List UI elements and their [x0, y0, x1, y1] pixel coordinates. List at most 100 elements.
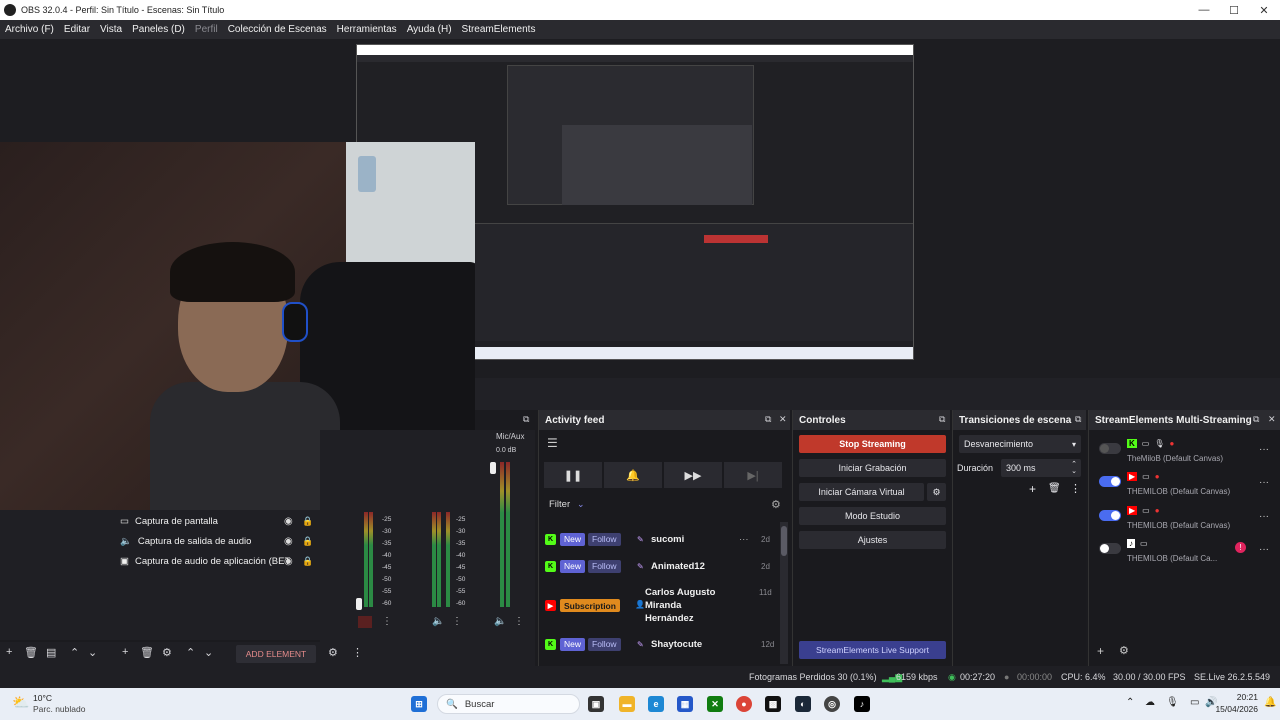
skip-alert-button[interactable]: ▶▶: [664, 462, 722, 488]
dock-float-icon[interactable]: ⧉: [523, 414, 529, 425]
more-options-icon[interactable]: ⋮: [452, 616, 462, 627]
visibility-eye-icon[interactable]: ◉: [284, 536, 293, 547]
mute-toggle[interactable]: [358, 616, 372, 628]
filter-label[interactable]: Filter: [549, 499, 570, 510]
dock-float-icon[interactable]: ⧉: [765, 414, 771, 425]
xbox-icon[interactable]: ✕: [707, 696, 723, 712]
transition-more-icon[interactable]: ⋮: [1070, 482, 1081, 495]
stop-streaming-button[interactable]: Stop Streaming: [799, 435, 946, 453]
virtual-camera-settings-icon[interactable]: ⚙: [927, 483, 946, 501]
menu-paneles[interactable]: Paneles (D): [127, 24, 190, 35]
feed-item[interactable]: K New Follow ✎ sucomi ··· 2d: [539, 531, 783, 547]
add-source-icon[interactable]: +: [122, 646, 128, 658]
menu-perfil[interactable]: Perfil: [190, 24, 223, 35]
target-more-icon[interactable]: ···: [1259, 544, 1269, 555]
mixer-more-icon[interactable]: ⋮: [352, 646, 363, 659]
capcut-icon[interactable]: ▩: [765, 696, 781, 712]
network-icon[interactable]: ▭: [1190, 697, 1199, 708]
target-more-icon[interactable]: ···: [1259, 444, 1269, 455]
live-support-button[interactable]: StreamElements Live Support: [799, 641, 946, 659]
remove-source-icon[interactable]: 🗑: [140, 646, 154, 659]
clock-date[interactable]: 15/04/2026: [1212, 704, 1258, 714]
spinner-down-icon[interactable]: ⌄: [1071, 467, 1077, 475]
target-toggle[interactable]: [1099, 510, 1121, 521]
warning-icon[interactable]: !: [1235, 542, 1246, 553]
add-transition-icon[interactable]: +: [1029, 482, 1036, 496]
target-more-icon[interactable]: ···: [1259, 477, 1269, 488]
lock-icon[interactable]: 🔒: [302, 536, 313, 547]
menu-editar[interactable]: Editar: [59, 24, 95, 35]
item-more-icon[interactable]: ···: [739, 534, 749, 545]
task-view-icon[interactable]: ▣: [588, 696, 604, 712]
studio-mode-button[interactable]: Modo Estudio: [799, 507, 946, 525]
menu-streamelements[interactable]: StreamElements: [457, 24, 541, 35]
tray-cloud-icon[interactable]: ☁: [1145, 697, 1155, 708]
more-options-icon[interactable]: ⋮: [382, 616, 392, 627]
start-recording-button[interactable]: Iniciar Grabación: [799, 459, 946, 477]
target-toggle[interactable]: [1099, 476, 1121, 487]
lock-icon[interactable]: 🔒: [302, 556, 313, 567]
source-settings-icon[interactable]: ⚙: [162, 646, 172, 659]
visibility-eye-icon[interactable]: ◉: [284, 516, 293, 527]
move-down-icon[interactable]: ⌄: [204, 646, 213, 659]
start-button[interactable]: ⊞: [411, 696, 427, 712]
dock-float-icon[interactable]: ⧉: [1253, 414, 1259, 425]
visibility-eye-icon[interactable]: ◉: [284, 556, 293, 567]
tiktok-icon[interactable]: ♪: [854, 696, 870, 712]
stream-target-row[interactable]: ♪ ▭ THEMILOB (Default Ca... ! ···: [1089, 537, 1280, 567]
hamburger-menu-icon[interactable]: ☰: [547, 436, 558, 450]
source-item[interactable]: ▭ Captura de pantalla ◉ 🔒: [120, 512, 320, 530]
settings-button[interactable]: Ajustes: [799, 531, 946, 549]
add-element-button[interactable]: ADD ELEMENT: [236, 645, 316, 663]
move-down-icon[interactable]: ⌄: [88, 646, 97, 659]
menu-vista[interactable]: Vista: [95, 24, 127, 35]
clock-time[interactable]: 20:21: [1222, 692, 1258, 702]
menu-coleccion-escenas[interactable]: Colección de Escenas: [223, 24, 332, 35]
filter-icon[interactable]: ▤: [46, 646, 56, 659]
source-item[interactable]: 🔈 Captura de salida de audio ◉ 🔒: [120, 532, 320, 550]
menu-archivo[interactable]: Archivo (F): [0, 24, 59, 35]
skip-end-button[interactable]: ▶|: [724, 462, 782, 488]
steam-icon[interactable]: ◐: [795, 696, 811, 712]
taskbar-search[interactable]: 🔍 Buscar: [437, 694, 580, 714]
filter-chevron-icon[interactable]: ⌄: [577, 499, 585, 510]
feed-item[interactable]: K New Follow ✎ Shaytocute 12d: [539, 636, 783, 652]
dock-float-icon[interactable]: ⧉: [939, 414, 945, 425]
minimize-button[interactable]: —: [1188, 0, 1220, 20]
target-toggle[interactable]: [1099, 443, 1121, 454]
menu-herramientas[interactable]: Herramientas: [332, 24, 402, 35]
lock-icon[interactable]: 🔒: [302, 516, 313, 527]
mixer-settings-icon[interactable]: ⚙: [328, 646, 338, 659]
stream-target-row[interactable]: ▶ ▭ ● THEMILOB (Default Canvas) ···: [1089, 504, 1280, 534]
notifications-icon[interactable]: 🔔: [1264, 697, 1276, 708]
start-virtual-camera-button[interactable]: Iniciar Cámara Virtual: [799, 483, 924, 501]
target-more-icon[interactable]: ···: [1259, 511, 1269, 522]
move-up-icon[interactable]: ⌃: [70, 646, 79, 659]
edge-icon[interactable]: e: [648, 696, 664, 712]
tray-chevron-icon[interactable]: ⌃: [1126, 697, 1134, 708]
dock-close-icon[interactable]: ✕: [1268, 414, 1276, 425]
store-icon[interactable]: ▦: [677, 696, 693, 712]
feed-item[interactable]: ▶ Subscription 👤 Carlos Augusto Miranda …: [539, 586, 783, 626]
volume-slider-handle[interactable]: [356, 598, 362, 610]
stream-target-row[interactable]: K ▭ 🎙 ● TheMiloB (Default Canvas) ···: [1089, 437, 1280, 467]
add-target-icon[interactable]: +: [1097, 644, 1104, 658]
add-scene-icon[interactable]: +: [6, 646, 12, 658]
duration-input[interactable]: 300 ms ⌃ ⌄: [1001, 459, 1081, 477]
speaker-icon[interactable]: 🔈: [494, 616, 506, 627]
chrome-icon[interactable]: ●: [736, 696, 752, 712]
tray-mic-icon[interactable]: 🎙: [1166, 697, 1179, 708]
menu-ayuda[interactable]: Ayuda (H): [402, 24, 457, 35]
remove-transition-icon[interactable]: 🗑: [1048, 483, 1061, 494]
more-options-icon[interactable]: ⋮: [514, 616, 524, 627]
transition-select[interactable]: Desvanecimiento ▾: [959, 435, 1081, 453]
file-explorer-icon[interactable]: ▬: [619, 696, 635, 712]
stream-target-row[interactable]: ▶ ▭ ● THEMILOB (Default Canvas) ···: [1089, 470, 1280, 500]
close-button[interactable]: ✕: [1248, 0, 1280, 20]
dock-float-icon[interactable]: ⧉: [1075, 414, 1081, 425]
feed-settings-icon[interactable]: ⚙: [771, 498, 781, 511]
move-up-icon[interactable]: ⌃: [186, 646, 195, 659]
dock-close-icon[interactable]: ✕: [779, 414, 787, 425]
speaker-icon[interactable]: 🔈: [432, 616, 444, 627]
mute-alerts-button[interactable]: 🔔: [604, 462, 662, 488]
